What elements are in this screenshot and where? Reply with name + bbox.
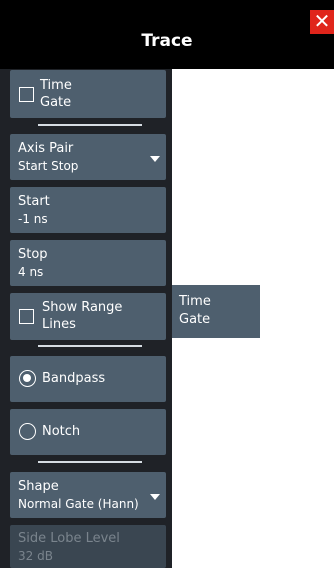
softkey-panel: Time Gate Axis Pair Start Stop Start -1 … — [0, 69, 172, 568]
start-button[interactable]: Start -1 ns — [10, 187, 166, 233]
shape-label: Shape — [18, 479, 59, 494]
start-label: Start — [18, 194, 50, 209]
notch-radio-button[interactable]: Notch — [10, 409, 166, 455]
axis-pair-dropdown[interactable]: Axis Pair Start Stop — [10, 134, 166, 180]
shape-value: Normal Gate (Hann) — [18, 497, 139, 511]
side-lobe-level-label: Side Lobe Level — [18, 531, 120, 546]
show-range-lines-label-line1: Show Range — [42, 300, 123, 315]
axis-pair-value: Start Stop — [18, 159, 79, 173]
stop-value: 4 ns — [18, 265, 44, 279]
tooltip: Time Gate — [172, 285, 260, 338]
separator — [38, 124, 142, 126]
shape-dropdown[interactable]: Shape Normal Gate (Hann) — [10, 472, 166, 518]
show-range-lines-checkbox[interactable] — [19, 309, 34, 324]
notch-radio-icon[interactable] — [19, 423, 36, 440]
close-icon[interactable]: ✕ — [310, 10, 334, 34]
side-lobe-level-value: 32 dB — [18, 549, 53, 563]
stop-label: Stop — [18, 247, 48, 262]
separator — [38, 345, 142, 347]
tooltip-line2: Gate — [179, 312, 211, 327]
tooltip-line1: Time — [179, 294, 211, 309]
time-gate-checkbox[interactable] — [19, 87, 34, 102]
notch-label: Notch — [42, 424, 81, 439]
side-lobe-level-button: Side Lobe Level 32 dB — [10, 525, 166, 568]
stop-button[interactable]: Stop 4 ns — [10, 240, 166, 286]
axis-pair-label: Axis Pair — [18, 141, 74, 156]
show-range-lines-label-line2: Lines — [42, 317, 76, 332]
bandpass-label: Bandpass — [42, 371, 106, 386]
dialog-header: Trace ✕ — [0, 0, 334, 69]
chevron-down-icon — [150, 494, 160, 500]
show-range-lines-button[interactable]: Show Range Lines — [10, 293, 166, 340]
time-gate-button[interactable]: Time Gate — [10, 70, 166, 118]
time-gate-label-line1: Time — [40, 78, 72, 93]
time-gate-label-line2: Gate — [40, 95, 72, 110]
bandpass-radio-button[interactable]: Bandpass — [10, 356, 166, 402]
bandpass-radio-icon[interactable] — [19, 370, 36, 387]
chevron-down-icon — [150, 156, 160, 162]
start-value: -1 ns — [18, 212, 48, 226]
separator — [38, 461, 142, 463]
dialog-title: Trace — [141, 31, 193, 51]
